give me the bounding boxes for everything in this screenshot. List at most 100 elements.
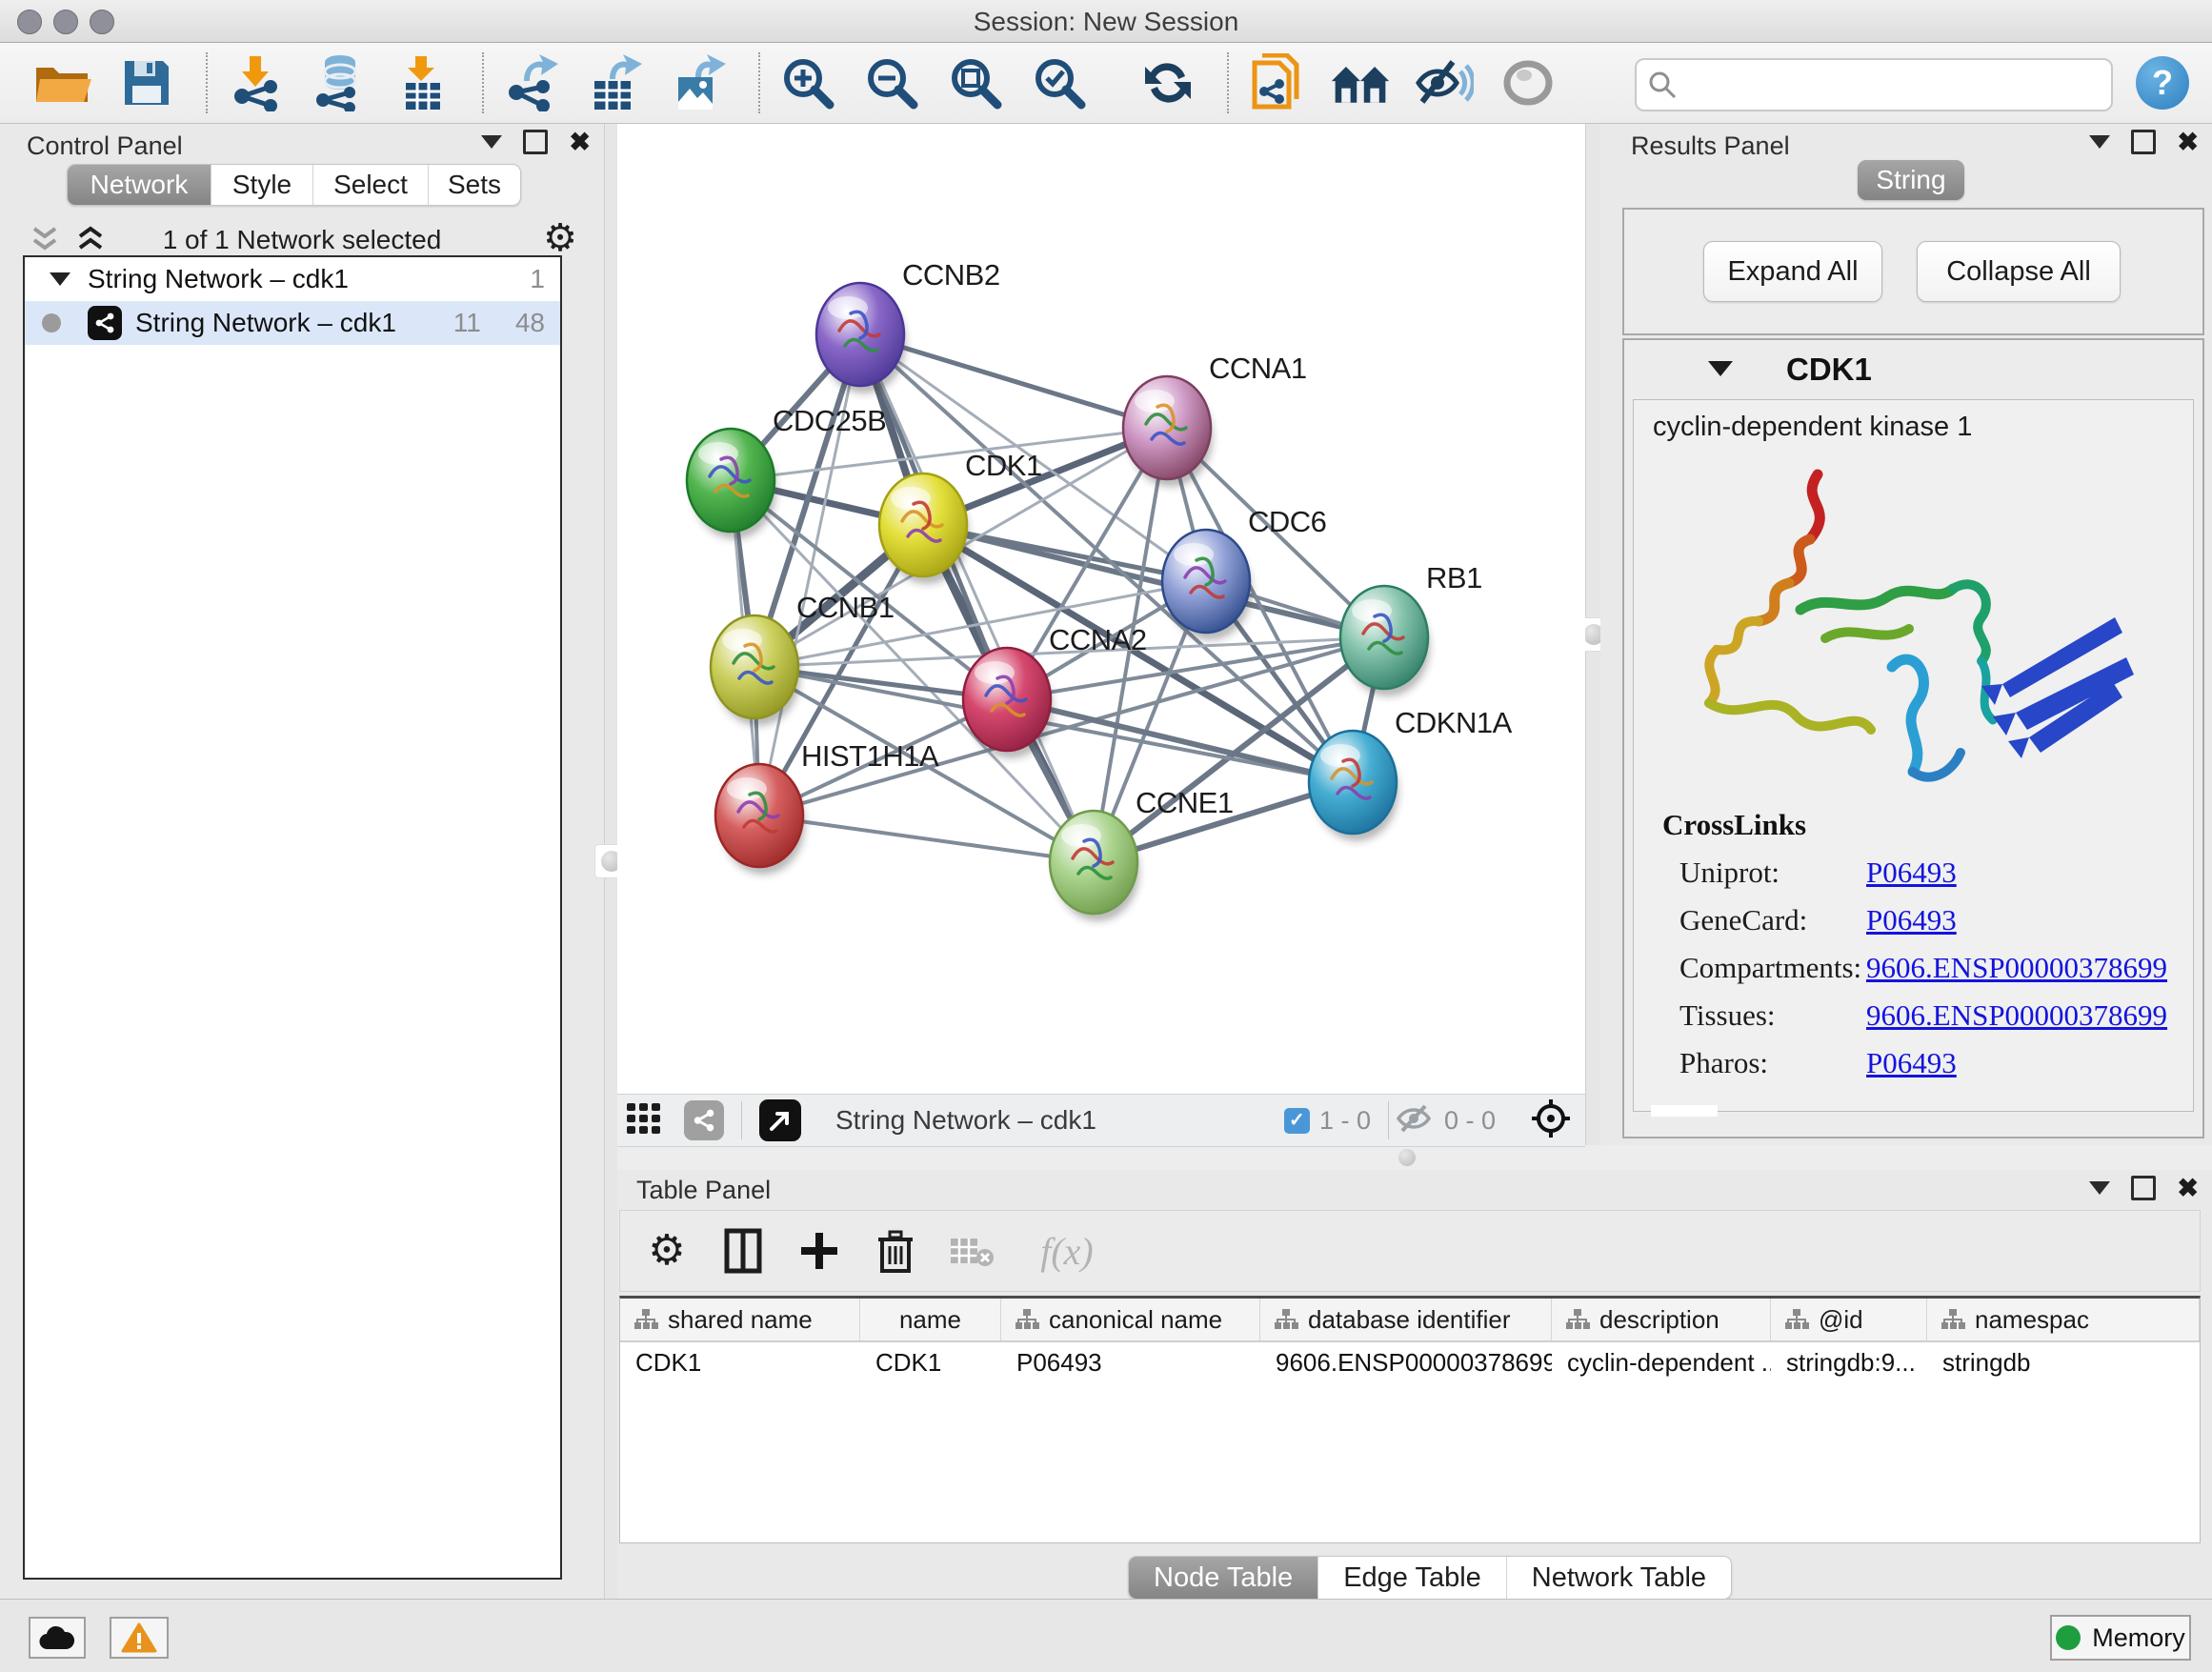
horizontal-splitter[interactable] [617, 1145, 2212, 1170]
network-node-rb1[interactable] [1340, 586, 1430, 696]
zoom-fit-button[interactable] [945, 52, 1006, 113]
network-edge[interactable] [759, 816, 1094, 862]
crosslink-link[interactable]: P06493 [1866, 903, 1957, 937]
collapse-protein-icon[interactable] [1708, 361, 1733, 376]
column-header-database-identifier[interactable]: database identifier [1260, 1299, 1552, 1340]
column-header-name[interactable]: name [860, 1299, 1001, 1340]
help-button[interactable]: ? [2136, 56, 2189, 110]
network-from-clipboard-button[interactable] [1246, 52, 1307, 113]
network-node-ccnb2[interactable] [816, 283, 906, 393]
search-input[interactable] [1686, 64, 2100, 102]
cloud-button[interactable] [29, 1617, 86, 1659]
left-splitter[interactable] [604, 124, 618, 1599]
import-network-file-button[interactable] [225, 52, 286, 113]
cell-at-id[interactable]: stringdb:9... [1771, 1342, 1927, 1382]
float-panel-icon[interactable] [2131, 1176, 2156, 1200]
network-node-cdk1[interactable] [879, 473, 969, 584]
collapse-all-button[interactable]: Collapse All [1917, 241, 2121, 302]
tab-style[interactable]: Style [211, 165, 313, 205]
crosslink-link[interactable]: 9606.ENSP00000378699 [1866, 998, 2167, 1033]
network-view-canvas[interactable]: CCNB2CCNA1CDC25BCDK1CDC6RB1CCNB1CCNA2CDK… [617, 124, 1585, 1094]
node-label-cdkn1a: CDKN1A [1395, 706, 1513, 739]
cell-shared-name[interactable]: CDK1 [620, 1342, 860, 1382]
column-header-description[interactable]: description [1552, 1299, 1771, 1340]
save-session-button[interactable] [116, 52, 177, 113]
crosslink-link[interactable]: P06493 [1866, 856, 1957, 890]
birdseye-view-icon[interactable] [759, 1099, 801, 1141]
zoom-in-button[interactable] [777, 52, 838, 113]
show-columns-icon[interactable] [719, 1225, 767, 1277]
network-node-ccne1[interactable] [1050, 811, 1139, 921]
panel-menu-icon[interactable] [2089, 1181, 2110, 1195]
delete-column-icon[interactable] [872, 1225, 919, 1277]
protein-panel-scrollbar-thumb[interactable] [1651, 1105, 1718, 1117]
crosslink-link[interactable]: 9606.ENSP00000378699 [1866, 951, 2167, 985]
network-node-ccna2[interactable] [963, 648, 1053, 758]
network-graph[interactable]: CCNB2CCNA1CDC25BCDK1CDC6RB1CCNB1CCNA2CDK… [617, 124, 1585, 1094]
show-grid-icon[interactable] [625, 1101, 667, 1140]
network-node-ccna1[interactable] [1123, 376, 1213, 487]
export-image-button[interactable] [669, 52, 730, 113]
network-node-ccnb1[interactable] [711, 615, 800, 726]
tab-edge-table[interactable]: Edge Table [1318, 1557, 1507, 1599]
save-floppy-icon [123, 59, 171, 107]
network-options-gear-icon[interactable]: ⚙ [543, 217, 577, 259]
column-header-canonical-name[interactable]: canonical name [1001, 1299, 1260, 1340]
string-view-badge-icon[interactable] [684, 1100, 724, 1140]
network-node-hist1h1a[interactable] [715, 764, 805, 875]
network-edge[interactable] [860, 334, 1094, 862]
float-panel-icon[interactable] [523, 130, 548, 154]
tab-network-table[interactable]: Network Table [1507, 1557, 1731, 1599]
column-header-shared-name[interactable]: shared name [620, 1299, 860, 1340]
control-panel-tabs: Network Style Select Sets [67, 164, 521, 206]
center-view-crosshair-icon[interactable] [1530, 1098, 1572, 1144]
table-options-gear-icon[interactable]: ⚙ [643, 1225, 691, 1277]
close-panel-icon[interactable]: ✖ [569, 132, 591, 151]
network-node-cdkn1a[interactable] [1309, 731, 1398, 841]
zoom-out-button[interactable] [861, 52, 922, 113]
horizontal-splitter-handle[interactable] [1398, 1149, 1416, 1166]
collection-caret-icon[interactable] [50, 272, 70, 286]
network-collection-row[interactable]: String Network – cdk1 1 [25, 257, 560, 301]
create-column-icon[interactable] [795, 1225, 843, 1277]
export-table-button[interactable] [585, 52, 646, 113]
zoom-selected-button[interactable] [1029, 52, 1090, 113]
panel-menu-icon[interactable] [481, 135, 502, 149]
tab-select[interactable]: Select [313, 165, 429, 205]
string-home-button[interactable] [1330, 52, 1391, 113]
selected-nodes-checkbox[interactable]: ✓ [1284, 1108, 1310, 1134]
apply-layout-button[interactable] [1137, 52, 1198, 113]
network-edge[interactable] [860, 334, 1167, 428]
float-panel-icon[interactable] [2131, 130, 2156, 154]
network-node-cdc25b[interactable] [687, 429, 776, 539]
right-splitter[interactable] [1585, 124, 1601, 1145]
cell-name[interactable]: CDK1 [860, 1342, 1001, 1382]
tab-node-table[interactable]: Node Table [1129, 1557, 1318, 1599]
tab-network[interactable]: Network [68, 165, 211, 205]
tab-sets[interactable]: Sets [429, 165, 520, 205]
import-network-database-button[interactable] [309, 52, 370, 113]
cell-database-identifier[interactable]: 9606.ENSP00000378699 [1260, 1342, 1552, 1382]
cell-canonical-name[interactable]: P06493 [1001, 1342, 1260, 1382]
column-header-namespace[interactable]: namespac [1927, 1299, 2200, 1340]
tab-string[interactable]: String [1858, 160, 1964, 200]
cell-namespace[interactable]: stringdb [1927, 1342, 2200, 1382]
network-row[interactable]: String Network – cdk1 11 48 [25, 301, 560, 345]
panel-menu-icon[interactable] [2089, 135, 2110, 149]
hidden-elements-icon[interactable] [1397, 1102, 1435, 1139]
show-graphics-details-button[interactable] [1498, 52, 1558, 113]
export-network-button[interactable] [501, 52, 562, 113]
import-table-file-button[interactable] [392, 52, 453, 113]
close-panel-icon[interactable]: ✖ [2177, 132, 2199, 151]
column-header-at-id[interactable]: @id [1771, 1299, 1927, 1340]
memory-button[interactable]: Memory [2050, 1615, 2191, 1661]
cell-description[interactable]: cyclin-dependent ... [1552, 1342, 1771, 1382]
expand-all-button[interactable]: Expand All [1703, 241, 1882, 302]
protein-header[interactable]: CDK1 [1624, 340, 2202, 399]
crosslink-link[interactable]: P06493 [1866, 1046, 1957, 1080]
table-row[interactable]: CDK1 CDK1 P06493 9606.ENSP00000378699 cy… [620, 1342, 2200, 1382]
hide-glass-effect-button[interactable] [1414, 52, 1475, 113]
warnings-button[interactable] [110, 1617, 169, 1659]
close-panel-icon[interactable]: ✖ [2177, 1178, 2199, 1198]
open-session-button[interactable] [32, 52, 93, 113]
